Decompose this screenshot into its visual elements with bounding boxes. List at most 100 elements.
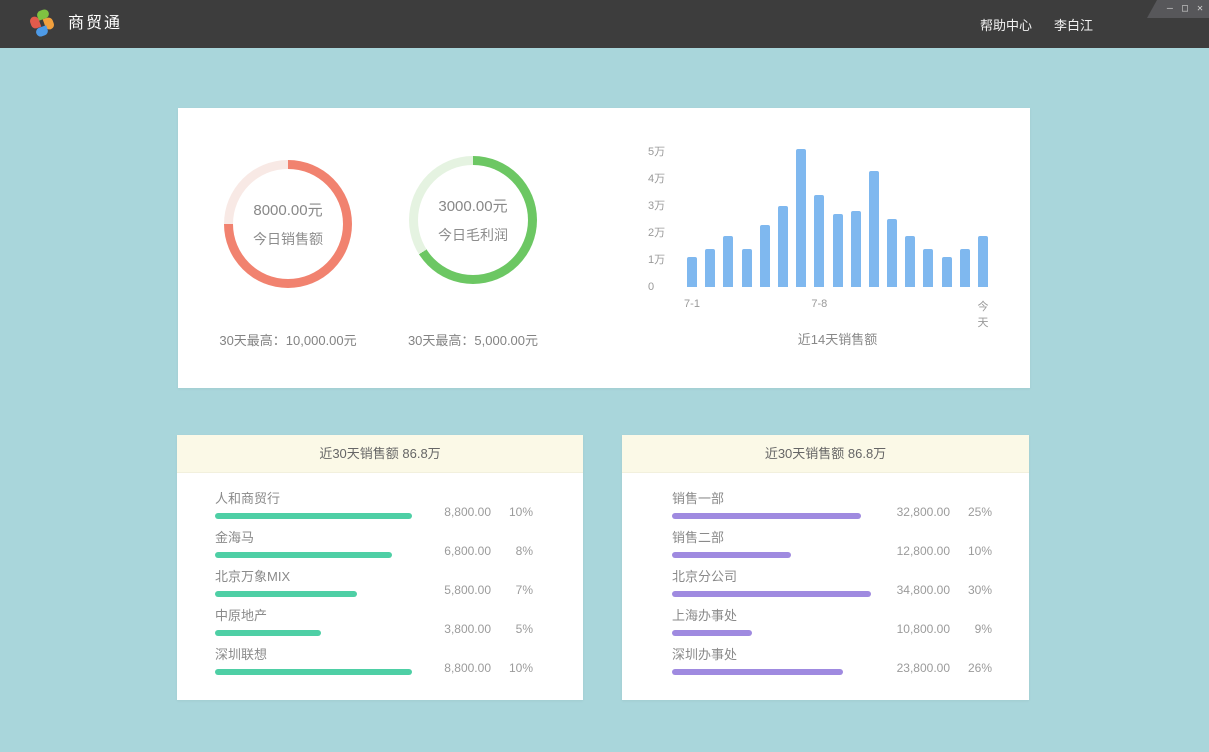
rank-item-name: 金海马 (215, 530, 412, 545)
rank-amount: 34,800.00 (888, 583, 950, 597)
rank-values: 5,800.007% (412, 569, 533, 597)
rank-bar-track (215, 669, 412, 675)
chart-bar (705, 249, 715, 287)
rank-row: 金海马 6,800.00 8% (215, 530, 533, 558)
rank-bar (215, 513, 412, 519)
rank-bar (215, 552, 392, 558)
rank-percent: 26% (964, 661, 992, 675)
app-title: 商贸通 (68, 0, 122, 48)
user-name-link[interactable]: 李白江 (1054, 15, 1093, 34)
rank-bar-track (672, 513, 871, 519)
rank-item: 金海马 (215, 530, 412, 558)
chart-bar (778, 206, 788, 287)
rank-bar (215, 669, 412, 675)
chart-bar (687, 257, 697, 287)
rank-bar-track (672, 669, 871, 675)
rank-percent: 10% (505, 661, 533, 675)
rank-bar-track (215, 630, 412, 636)
rank-item-name: 北京分公司 (672, 569, 871, 584)
chart-bar (851, 211, 861, 287)
today-sales-gauge-center: 8000.00元 今日销售额 (233, 169, 343, 279)
rank-bar (215, 591, 357, 597)
rank-item-name: 深圳联想 (215, 647, 412, 662)
rank-values: 8,800.00 10% (412, 647, 533, 675)
rank-row: 中原地产3,800.005% (215, 608, 533, 636)
department-ranking-card: 近30天销售额 86.8万 销售一部32,800.0025%销售二部12,800… (622, 435, 1029, 700)
rank-item-name: 北京万象MIX (215, 569, 412, 584)
rank-row: 人和商贸行8,800.0010% (215, 491, 533, 519)
rank-item-name: 上海办事处 (672, 608, 871, 623)
rank-values: 10,800.00 9% (871, 608, 992, 636)
chart-bar (869, 171, 879, 287)
rank-percent: 30% (964, 583, 992, 597)
rank-item: 销售一部 (672, 491, 871, 519)
today-profit-gauge-center: 3000.00元 今日毛利润 (418, 165, 528, 275)
today-profit-value: 3000.00元 (438, 195, 507, 216)
rank-values: 3,800.005% (412, 608, 533, 636)
rank-amount: 6,800.00 (429, 544, 491, 558)
rank-bar-track (215, 591, 412, 597)
minimize-button[interactable]: — (1167, 0, 1173, 18)
rank-percent: 5% (505, 622, 533, 636)
chart-title: 近14天销售额 (687, 329, 988, 348)
today-sales-gauge: 8000.00元 今日销售额 (224, 160, 352, 288)
rank-amount: 10,800.00 (888, 622, 950, 636)
rank-amount: 32,800.00 (888, 505, 950, 519)
rank-bar-track (672, 552, 871, 558)
rank-percent: 7% (505, 583, 533, 597)
rank-bar-track (672, 630, 871, 636)
rank-item-name: 销售二部 (672, 530, 871, 545)
rank-values: 6,800.00 8% (412, 530, 533, 558)
rank-item: 北京分公司 (672, 569, 871, 597)
today-profit-gauge: 3000.00元 今日毛利润 (409, 156, 537, 284)
window-controls: — □ ✕ (1147, 0, 1209, 18)
profit-30day-max-note: 30天最高：5,000.00元 (363, 330, 583, 349)
rank-bar-track (215, 513, 412, 519)
chart-bar (760, 225, 770, 287)
help-center-link[interactable]: 帮助中心 (980, 15, 1032, 34)
sales-trend-bar-chart (687, 137, 988, 287)
rank-bar (672, 591, 871, 597)
rank-amount: 23,800.00 (888, 661, 950, 675)
app-logo-pinwheel-icon (26, 9, 56, 39)
rank-values: 34,800.00 30% (871, 569, 992, 597)
rank-values: 23,800.00 26% (871, 647, 992, 675)
rank-values: 32,800.00 25% (871, 491, 992, 519)
titlebar-nav: 帮助中心 李白江 (980, 0, 1093, 48)
rank-bar (672, 552, 791, 558)
rank-item: 北京万象MIX (215, 569, 412, 597)
customer-ranking-card: 近30天销售额 86.8万 人和商贸行8,800.0010%金海马6,800.0… (177, 435, 583, 700)
chart-bar (833, 214, 843, 287)
rank-percent: 8% (505, 544, 533, 558)
rank-percent: 10% (964, 544, 992, 558)
rank-item-name: 销售一部 (672, 491, 871, 506)
today-sales-label: 今日销售额 (253, 229, 323, 249)
rank-percent: 25% (964, 505, 992, 519)
titlebar: 商贸通 帮助中心 李白江 — □ ✕ (0, 0, 1209, 48)
rank-amount: 8,800.00 (429, 661, 491, 675)
rank-bar (215, 630, 321, 636)
y-tick-label: 4万 (648, 172, 665, 186)
rank-percent: 9% (964, 622, 992, 636)
rank-amount: 12,800.00 (888, 544, 950, 558)
rank-row: 深圳联想 8,800.00 10% (215, 647, 533, 675)
x-tick-label: 7-8 (811, 298, 827, 310)
customer-ranking-title: 近30天销售额 86.8万 (177, 435, 583, 473)
rank-row: 销售二部 12,800.00 10% (672, 530, 992, 558)
close-button[interactable]: ✕ (1197, 0, 1203, 18)
rank-bar (672, 513, 861, 519)
rank-percent: 10% (505, 505, 533, 519)
chart-bar (887, 219, 897, 287)
chart-bar (942, 257, 952, 287)
overview-card: 8000.00元 今日销售额 30天最高：10,000.00元 3000.00元… (178, 108, 1030, 388)
rank-item: 人和商贸行 (215, 491, 412, 519)
rank-values: 8,800.0010% (412, 491, 533, 519)
rank-item: 中原地产 (215, 608, 412, 636)
maximize-button[interactable]: □ (1182, 0, 1188, 18)
rank-item: 销售二部 (672, 530, 871, 558)
rank-item-name: 中原地产 (215, 608, 412, 623)
rank-row: 深圳办事处 23,800.00 26% (672, 647, 992, 675)
chart-bar (814, 195, 824, 287)
rank-row: 北京分公司 34,800.00 30% (672, 569, 992, 597)
rank-item: 深圳办事处 (672, 647, 871, 675)
